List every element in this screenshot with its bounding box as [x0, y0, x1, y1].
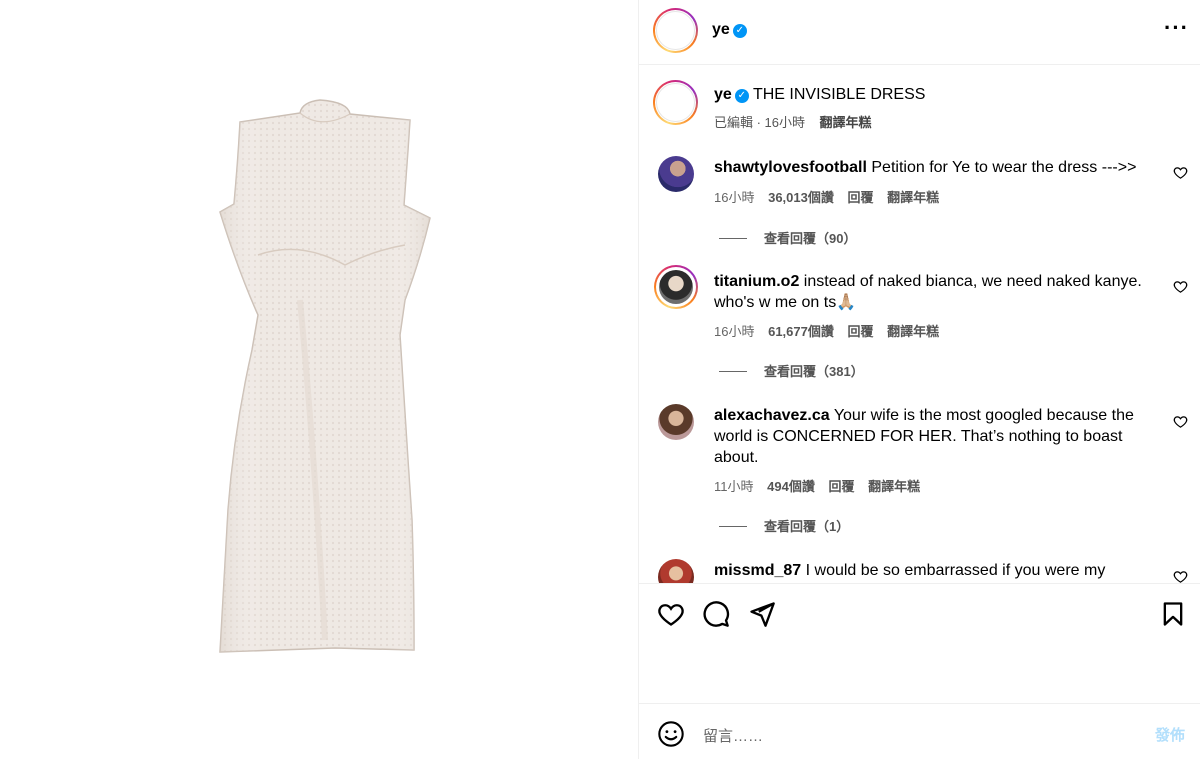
caption-line: ye ✓ THE INVISIBLE DRESS	[714, 86, 925, 104]
post-image[interactable]	[0, 0, 638, 759]
caption-edited-time: 已編輯 · 16小時	[714, 115, 806, 130]
share-icon[interactable]	[748, 600, 776, 628]
replies-divider	[719, 526, 747, 527]
caption-username[interactable]: ye	[714, 86, 732, 103]
author-username[interactable]: ye ✓	[712, 21, 747, 39]
reply-button[interactable]: 回覆	[847, 324, 873, 339]
translate-link[interactable]: 翻譯年糕	[887, 324, 939, 339]
comment-text: missmd_87 I would be so embarrassed if y…	[714, 560, 1154, 581]
comment-avatar[interactable]	[658, 156, 694, 192]
comment-body: Petition for Ye to wear the dress --->>	[871, 159, 1137, 176]
comment-time: 11小時	[714, 479, 754, 494]
comment-body: I would be so embarrassed if you were my	[805, 562, 1106, 579]
caption-avatar[interactable]	[653, 80, 698, 125]
heart-icon[interactable]	[657, 600, 685, 628]
post-actions	[639, 583, 1200, 703]
view-replies-button[interactable]: 查看回覆（90）	[719, 228, 856, 247]
comment-username[interactable]: alexachavez.ca	[714, 407, 830, 424]
comment-likes[interactable]: 36,013個讚	[768, 190, 834, 205]
replies-divider	[719, 238, 747, 239]
comments-list[interactable]: ye ✓ THE INVISIBLE DRESS 已編輯 · 16小時 翻譯年糕 …	[639, 66, 1200, 583]
comment-likes[interactable]: 61,677個讚	[768, 324, 834, 339]
verified-badge-icon: ✓	[732, 24, 747, 38]
post-comment-button[interactable]: 發佈	[1155, 724, 1185, 745]
comment-avatar[interactable]	[658, 404, 694, 440]
post-header: ye ✓ ···	[639, 0, 1200, 65]
view-replies-button[interactable]: 查看回覆（381）	[719, 361, 864, 380]
heart-icon[interactable]	[1173, 165, 1188, 180]
verified-badge-icon: ✓	[734, 89, 749, 103]
comment-time: 16小時	[714, 190, 755, 205]
heart-icon[interactable]	[1173, 569, 1188, 583]
comment-meta: 16小時 36,013個讚 回覆 翻譯年糕	[714, 187, 949, 206]
comment-text: titanium.o2 instead of naked bianca, we …	[714, 271, 1154, 313]
bookmark-icon[interactable]	[1159, 600, 1187, 628]
comment-avatar[interactable]	[658, 559, 694, 583]
comment-meta: 16小時 61,677個讚 回覆 翻譯年糕	[714, 321, 949, 340]
heart-icon[interactable]	[1173, 414, 1188, 429]
comment-avatar[interactable]	[654, 265, 698, 309]
comment-username[interactable]: titanium.o2	[714, 273, 799, 290]
reply-button[interactable]: 回覆	[847, 190, 873, 205]
comment-username[interactable]: shawtylovesfootball	[714, 159, 867, 176]
more-options-icon[interactable]: ···	[1164, 17, 1189, 39]
caption-text: THE INVISIBLE DRESS	[752, 86, 926, 103]
comment-composer: 留言…… 發佈	[639, 703, 1200, 759]
caption-meta: 已編輯 · 16小時 翻譯年糕	[714, 112, 871, 131]
translate-link[interactable]: 翻譯年糕	[887, 190, 939, 205]
dress-photo	[219, 99, 431, 653]
comment-likes[interactable]: 494個讚	[767, 479, 815, 494]
comment-text: alexachavez.ca Your wife is the most goo…	[714, 405, 1154, 468]
comment-time: 16小時	[714, 324, 755, 339]
translate-link[interactable]: 翻譯年糕	[868, 479, 920, 494]
emoji-icon[interactable]	[657, 720, 685, 748]
comment-input[interactable]: 留言……	[703, 725, 763, 746]
author-avatar[interactable]	[653, 8, 698, 53]
comment-username[interactable]: missmd_87	[714, 562, 801, 579]
caption-translate-link[interactable]: 翻譯年糕	[819, 115, 871, 130]
comment-icon[interactable]	[702, 600, 730, 628]
replies-divider	[719, 371, 747, 372]
reply-button[interactable]: 回覆	[828, 479, 854, 494]
heart-icon[interactable]	[1173, 279, 1188, 294]
comment-text: shawtylovesfootball Petition for Ye to w…	[714, 157, 1154, 178]
instagram-post-modal: ye ✓ ··· ye ✓ THE INVISIBLE DRESS 已編輯 · 16…	[0, 0, 1200, 759]
post-side-panel: ye ✓ ··· ye ✓ THE INVISIBLE DRESS 已編輯 · 16…	[638, 0, 1200, 759]
view-replies-button[interactable]: 查看回覆（1）	[719, 516, 849, 535]
comment-meta: 11小時 494個讚 回覆 翻譯年糕	[714, 476, 930, 495]
